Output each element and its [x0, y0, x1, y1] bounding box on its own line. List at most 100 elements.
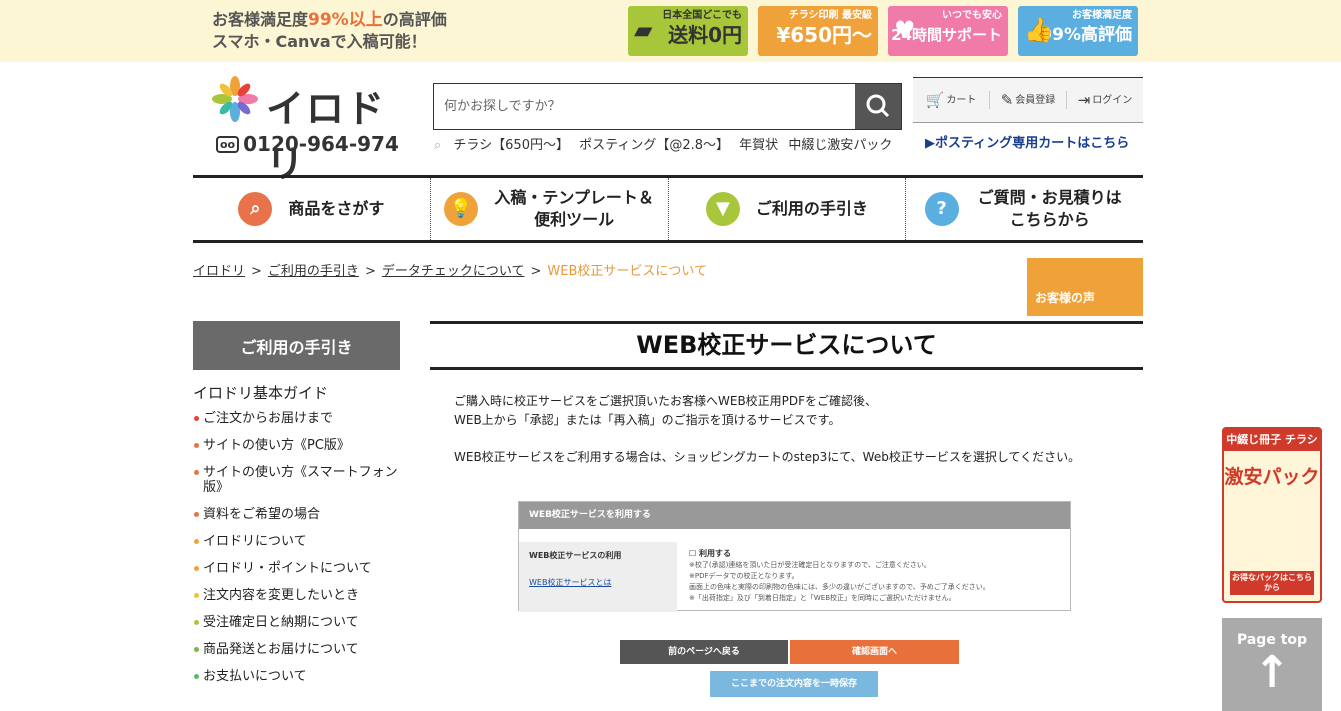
banner-title: 激安パック [1224, 466, 1320, 488]
breadcrumb-current: WEB校正サービスについて [547, 264, 707, 279]
gnav-templates[interactable]: 💡 入稿・テンプレート＆便利ツール [431, 178, 669, 240]
heart-icon: ♥ [894, 16, 916, 44]
user-nav: 🛒 カート ✎ 会員登録 ⇥ ログイン [913, 77, 1143, 123]
breadcrumb-guide[interactable]: ご利用の手引き [268, 264, 359, 279]
gnav-label: ご質問・お見積りはこちらから [977, 188, 1122, 229]
search-icon: ⌕ [238, 192, 273, 226]
breadcrumb-datacheck[interactable]: データチェックについて [382, 264, 525, 279]
badge-l1: チラシ印刷 最安級 [788, 10, 872, 21]
tag-link[interactable]: チラシ【650円〜】 [453, 138, 569, 153]
free-dial-icon: oo [216, 136, 240, 153]
top-promo-bar: お客様満足度99%以上の高評価 スマホ・Canvaで入稿可能！ ▰ 日本全国どこで… [0, 0, 1341, 62]
sidebar-list: ご注文からお届けまで サイトの使い方《PC版》 サイトの使い方《スマートフォン版… [193, 407, 400, 692]
truck-icon: ▰ [634, 16, 653, 44]
sidebar-item[interactable]: サイトの使い方《スマートフォン版》 [193, 461, 400, 503]
shot-note: 画面上の色味と実際の印刷物の色味には、多少の違いがございますので、予めご了承くだ… [689, 583, 990, 591]
main-content: WEB校正サービスについて ご購入時に校正サービスをご選択頂いたお客様へWEB校… [430, 321, 1143, 697]
customer-voice-button[interactable]: お客様の声 [1027, 258, 1143, 316]
confirm-button-image: 確認画面へ [790, 640, 959, 664]
search-icon [866, 94, 890, 118]
page-title: WEB校正サービスについて [430, 321, 1143, 370]
badge-l2: ¥650円〜 [776, 23, 872, 47]
banner-top: 中綴じ冊子 チラシ [1224, 429, 1320, 451]
breadcrumb: イロドリ > ご利用の手引き > データチェックについて > WEB校正サービスについて [193, 264, 707, 279]
badge-flyer-price[interactable]: チラシ印刷 最安級 ¥650円〜 [758, 6, 878, 56]
intro-line1: ご購入時に校正サービスをご選択頂いたお客様へWEB校正用PDFをご確認後、 [454, 394, 878, 408]
gekiyasu-pack-banner[interactable]: 中綴じ冊子 チラシ 激安パック お得なパックはこちらから [1222, 427, 1322, 603]
search-box [433, 83, 902, 130]
intro-text: ご購入時に校正サービスをご選択頂いたお客様へWEB校正用PDFをご確認後、 WEB… [454, 392, 1143, 430]
sidebar-header: ご利用の手引き [193, 321, 400, 370]
tel-number: 0120-964-974 [243, 132, 399, 156]
page-top-button[interactable]: Page top ↑ [1222, 618, 1322, 711]
sidebar-item[interactable]: 受注確定日と納期について [193, 611, 400, 638]
back-button-image: 前のページへ戻る [620, 640, 788, 664]
sidebar: ご利用の手引き イロドリ基本ガイド ご注文からお届けまで サイトの使い方《PC版… [193, 321, 400, 692]
shot-note: ※「出荷指定」及び「到着日指定」と「WEB校正」を同時にご選択いただけません。 [689, 594, 956, 602]
breadcrumb-home[interactable]: イロドリ [193, 264, 245, 279]
tag-link[interactable]: 年賀状 [739, 138, 778, 153]
cart-label: カート [946, 95, 977, 106]
badge-satisfaction[interactable]: 👍 お客様満足度 99%高評価 [1018, 6, 1138, 56]
gnav-label: 入稿・テンプレート＆便利ツール [494, 188, 654, 229]
sidebar-item[interactable]: お支払いについて [193, 665, 400, 692]
register-label: 会員登録 [1015, 95, 1056, 106]
thumbs-up-icon: 👍 [1024, 16, 1054, 44]
shot-header: WEB校正サービスを利用する [519, 502, 1070, 529]
banner-foot: お得なパックはこちらから [1230, 571, 1314, 595]
login-label: ログイン [1092, 95, 1133, 106]
phone-number[interactable]: oo 0120-964-974 [216, 132, 399, 156]
gnav-guide[interactable]: ▼ ご利用の手引き [669, 178, 907, 240]
arrow-up-icon: ↑ [1253, 647, 1291, 698]
login-link[interactable]: ⇥ ログイン [1067, 91, 1143, 109]
question-icon: ? [924, 192, 959, 226]
lightbulb-icon: 💡 [444, 192, 479, 226]
gnav-label: ご利用の手引き [755, 199, 868, 218]
shot-checkbox-label: 利用する [698, 549, 731, 558]
sidebar-item[interactable]: 資料をご希望の場合 [193, 503, 400, 530]
search-input[interactable] [434, 84, 856, 129]
magnifier-icon: ⌕ [434, 138, 442, 153]
cart-icon: 🛒 [925, 91, 945, 109]
page-top-label: Page top [1236, 632, 1308, 648]
shot-note: ※校了(承認)連絡を頂いた日が受注確定日となりますので、ご注意ください。 [689, 561, 931, 569]
promo-line1-c: の高評価 [382, 10, 447, 29]
tag-link[interactable]: 中綴じ激安パック [788, 138, 892, 153]
popular-tags: ⌕ チラシ【650円〜】 ポスティング【@2.8〜】 年賀状 中綴じ激安パック [434, 134, 898, 153]
shot-right: ☐ 利用する ※校了(承認)連絡を頂いた日が受注確定日となりますので、ご注意くだ… [689, 549, 990, 602]
search-button[interactable] [855, 84, 901, 129]
shot-link: WEB校正サービスとは [529, 578, 612, 587]
example-screenshot: WEB校正サービスを利用する WEB校正サービスの利用 WEB校正サービスとは ☐… [518, 501, 1071, 612]
beginner-mark-icon: ▼ [705, 192, 740, 226]
shot-note: ※PDFデータでの校正となります。 [689, 572, 799, 580]
promo-line1-a: お客様満足度 [212, 10, 309, 29]
shot-left-label: WEB校正サービスの利用 [529, 551, 622, 560]
login-icon: ⇥ [1077, 91, 1091, 109]
intro-line2: WEB上から「承認」または「再入稿」のご指示を頂けるサービスです。 [454, 413, 841, 427]
sidebar-item[interactable]: 注文内容を変更したいとき [193, 584, 400, 611]
badge-free-shipping[interactable]: ▰ 日本全国どこでも 送料0円 [628, 6, 748, 56]
shot-left: WEB校正サービスの利用 WEB校正サービスとは [519, 542, 677, 612]
sidebar-item[interactable]: イロドリについて [193, 530, 400, 557]
cart-link[interactable]: 🛒 カート [913, 91, 990, 109]
gnav-label: 商品をさがす [288, 199, 385, 218]
sidebar-item[interactable]: ご注文からお届けまで [193, 407, 400, 434]
pencil-icon: ✎ [1000, 91, 1014, 109]
save-button-image: ここまでの注文内容を一時保存 [710, 671, 878, 697]
sidebar-group-title: イロドリ基本ガイド [193, 384, 329, 402]
promo-highlight: 99%以上 [308, 10, 383, 30]
usage-text: WEB校正サービスをご利用する場合は、ショッピングカートのstep3にて、Web… [454, 450, 1081, 464]
promo-text: お客様満足度99%以上の高評価 スマホ・Canvaで入稿可能！ [212, 9, 447, 53]
flower-logo-icon [212, 76, 258, 122]
sidebar-item[interactable]: 商品発送とお届けについて [193, 638, 400, 665]
gnav-contact[interactable]: ? ご質問・お見積りはこちらから [906, 178, 1143, 240]
sidebar-item[interactable]: サイトの使い方《PC版》 [193, 434, 400, 461]
register-link[interactable]: ✎ 会員登録 [990, 91, 1067, 109]
posting-cart-link[interactable]: ▶ポスティング専用カートはこちら [925, 132, 1129, 151]
promo-line2: スマホ・Canvaで入稿可能！ [212, 32, 427, 51]
tag-link[interactable]: ポスティング【@2.8〜】 [579, 138, 729, 153]
badge-support[interactable]: ♥ いつでも安心 24時間サポート [888, 6, 1008, 56]
sidebar-item[interactable]: イロドリ・ポイントについて [193, 557, 400, 584]
gnav-search-products[interactable]: ⌕ 商品をさがす [193, 178, 431, 240]
voice-label: お客様の声 [1035, 291, 1096, 305]
